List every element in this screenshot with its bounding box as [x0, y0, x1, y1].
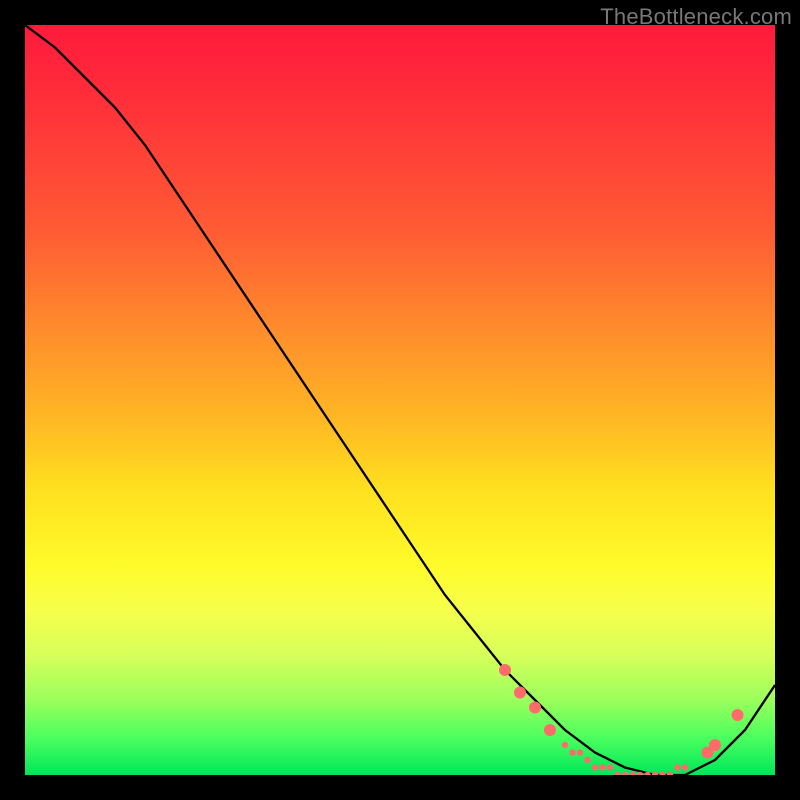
gradient-plot-area [25, 25, 775, 775]
data-point-marker [562, 742, 568, 748]
data-point-marker [659, 772, 665, 775]
bottleneck-curve [25, 25, 775, 775]
data-point-marker [667, 772, 673, 775]
data-point-marker [644, 772, 650, 775]
data-point-marker [614, 772, 620, 775]
data-point-marker [592, 764, 598, 770]
data-point-marker [709, 739, 721, 751]
data-point-marker [629, 772, 635, 775]
data-point-marker [569, 749, 575, 755]
data-point-marker [599, 764, 605, 770]
chart-svg [25, 25, 775, 775]
data-point-marker [732, 709, 744, 721]
data-point-marker [499, 664, 511, 676]
data-point-marker [577, 749, 583, 755]
data-point-marker [637, 772, 643, 775]
watermark-text: TheBottleneck.com [600, 4, 792, 30]
data-point-marker [514, 687, 526, 699]
data-point-marker [607, 764, 613, 770]
data-point-marker [622, 772, 628, 775]
marker-group [499, 664, 744, 775]
data-point-marker [584, 757, 590, 763]
data-point-marker [529, 702, 541, 714]
data-point-marker [544, 724, 556, 736]
data-point-marker [674, 764, 680, 770]
chart-frame: TheBottleneck.com [0, 0, 800, 800]
data-point-marker [682, 764, 688, 770]
data-point-marker [702, 747, 714, 759]
data-point-marker [652, 772, 658, 775]
